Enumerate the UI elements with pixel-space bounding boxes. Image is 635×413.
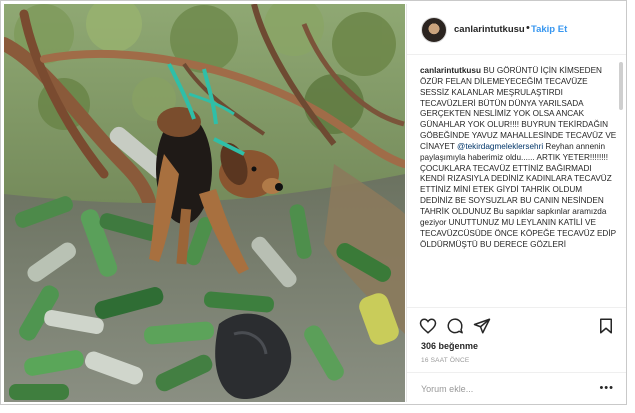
post-caption: canlarintutkusu BU GÖRÜNTÜ İÇİN KİMSEDEN… — [420, 66, 617, 306]
post-actions: 306 beğenme 16 SAAT ÖNCE Yorum ekle... •… — [407, 307, 626, 403]
bookmark-icon[interactable] — [597, 317, 615, 335]
paper-plane-icon[interactable] — [473, 317, 491, 335]
caption-scrollbar[interactable] — [619, 62, 623, 110]
post-sidebar: canlarintutkusu • Takip Et canlarintutku… — [406, 4, 626, 402]
separator-dot: • — [526, 22, 530, 34]
caption-username[interactable]: canlarintutkusu — [420, 66, 481, 75]
username-link[interactable]: canlarintutkusu — [454, 24, 525, 35]
comment-input[interactable]: Yorum ekle... — [421, 384, 473, 394]
comment-box: Yorum ekle... ••• — [407, 372, 626, 404]
caption-text-1: BU GÖRÜNTÜ İÇİN KİMSEDEN ÖZÜR FELAN DİLE… — [420, 66, 617, 151]
heart-icon[interactable] — [419, 317, 437, 335]
likes-count[interactable]: 306 beğenme — [421, 341, 478, 351]
dog-among-bottles-image — [4, 4, 405, 402]
avatar[interactable] — [421, 17, 447, 43]
post-header: canlarintutkusu • Takip Et — [407, 4, 626, 55]
comment-bubble-icon[interactable] — [446, 317, 464, 335]
instagram-post-embed: canlarintutkusu • Takip Et canlarintutku… — [0, 0, 627, 405]
more-options-icon[interactable]: ••• — [599, 382, 614, 394]
post-timestamp[interactable]: 16 SAAT ÖNCE — [421, 357, 469, 364]
caption-mention-link[interactable]: @tekirdagmeleklersehri — [457, 142, 543, 151]
post-photo[interactable] — [4, 4, 405, 402]
caption-text-2: Reyhan annenin paylaşımıyla haberimiz ol… — [420, 141, 616, 249]
follow-button[interactable]: Takip Et — [531, 24, 567, 35]
